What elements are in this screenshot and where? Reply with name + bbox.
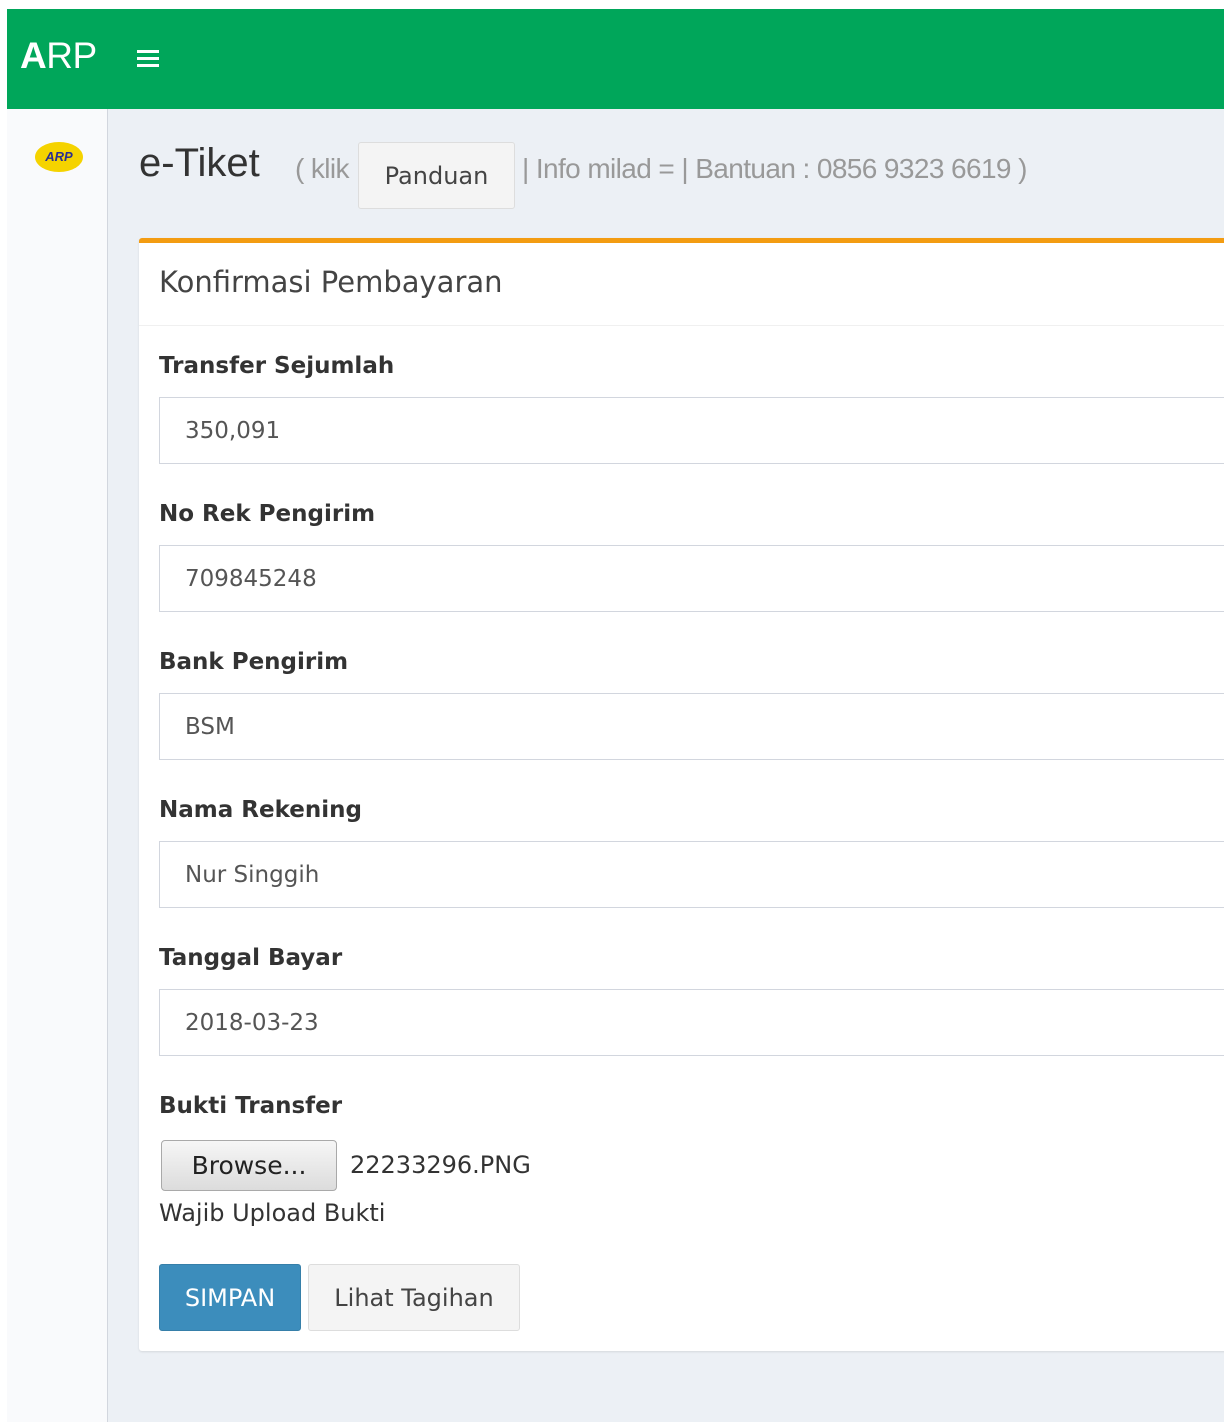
sender-bank-label: Bank Pengirim — [159, 649, 349, 675]
arp-logo-icon[interactable]: ARP — [34, 139, 84, 175]
upload-help-text: Wajib Upload Bukti — [159, 1199, 386, 1227]
top-navbar: ARP — [7, 9, 1224, 109]
box-header: Konfirmasi Pembayaran — [139, 243, 1224, 326]
browse-file-button[interactable]: Browse... — [161, 1140, 337, 1191]
sender-account-label: No Rek Pengirim — [159, 501, 376, 527]
sender-account-input[interactable] — [159, 545, 1224, 612]
transfer-amount-input[interactable] — [159, 397, 1224, 464]
sender-bank-input[interactable] — [159, 693, 1224, 760]
view-bill-button[interactable]: Lihat Tagihan — [308, 1264, 520, 1331]
payment-date-label: Tanggal Bayar — [159, 945, 343, 971]
transfer-proof-label: Bukti Transfer — [159, 1093, 343, 1119]
selected-file-name: 22233296.PNG — [350, 1151, 531, 1179]
hamburger-menu-icon[interactable] — [135, 47, 161, 71]
svg-text:ARP: ARP — [44, 149, 73, 164]
save-button[interactable]: SIMPAN — [159, 1264, 301, 1331]
brand-logo[interactable]: ARP — [20, 35, 97, 77]
account-name-input[interactable] — [159, 841, 1224, 908]
header-note-after: | Info milad = | Bantuan : 0856 9323 661… — [522, 153, 1027, 184]
panduan-button[interactable]: Panduan — [358, 142, 515, 209]
page-title: e-Tiket — [139, 141, 260, 185]
header-note-before: ( klik — [295, 153, 350, 184]
box-title: Konfirmasi Pembayaran — [159, 265, 503, 299]
sidebar: ARP — [7, 109, 108, 1422]
payment-confirmation-box: Konfirmasi Pembayaran Transfer Sejumlah … — [139, 238, 1224, 1351]
account-name-label: Nama Rekening — [159, 797, 362, 823]
transfer-amount-label: Transfer Sejumlah — [159, 353, 395, 379]
payment-date-input[interactable] — [159, 989, 1224, 1056]
app-frame: ARP ARP e-Tiket ( klik Panduan | Info mi… — [7, 9, 1224, 1422]
